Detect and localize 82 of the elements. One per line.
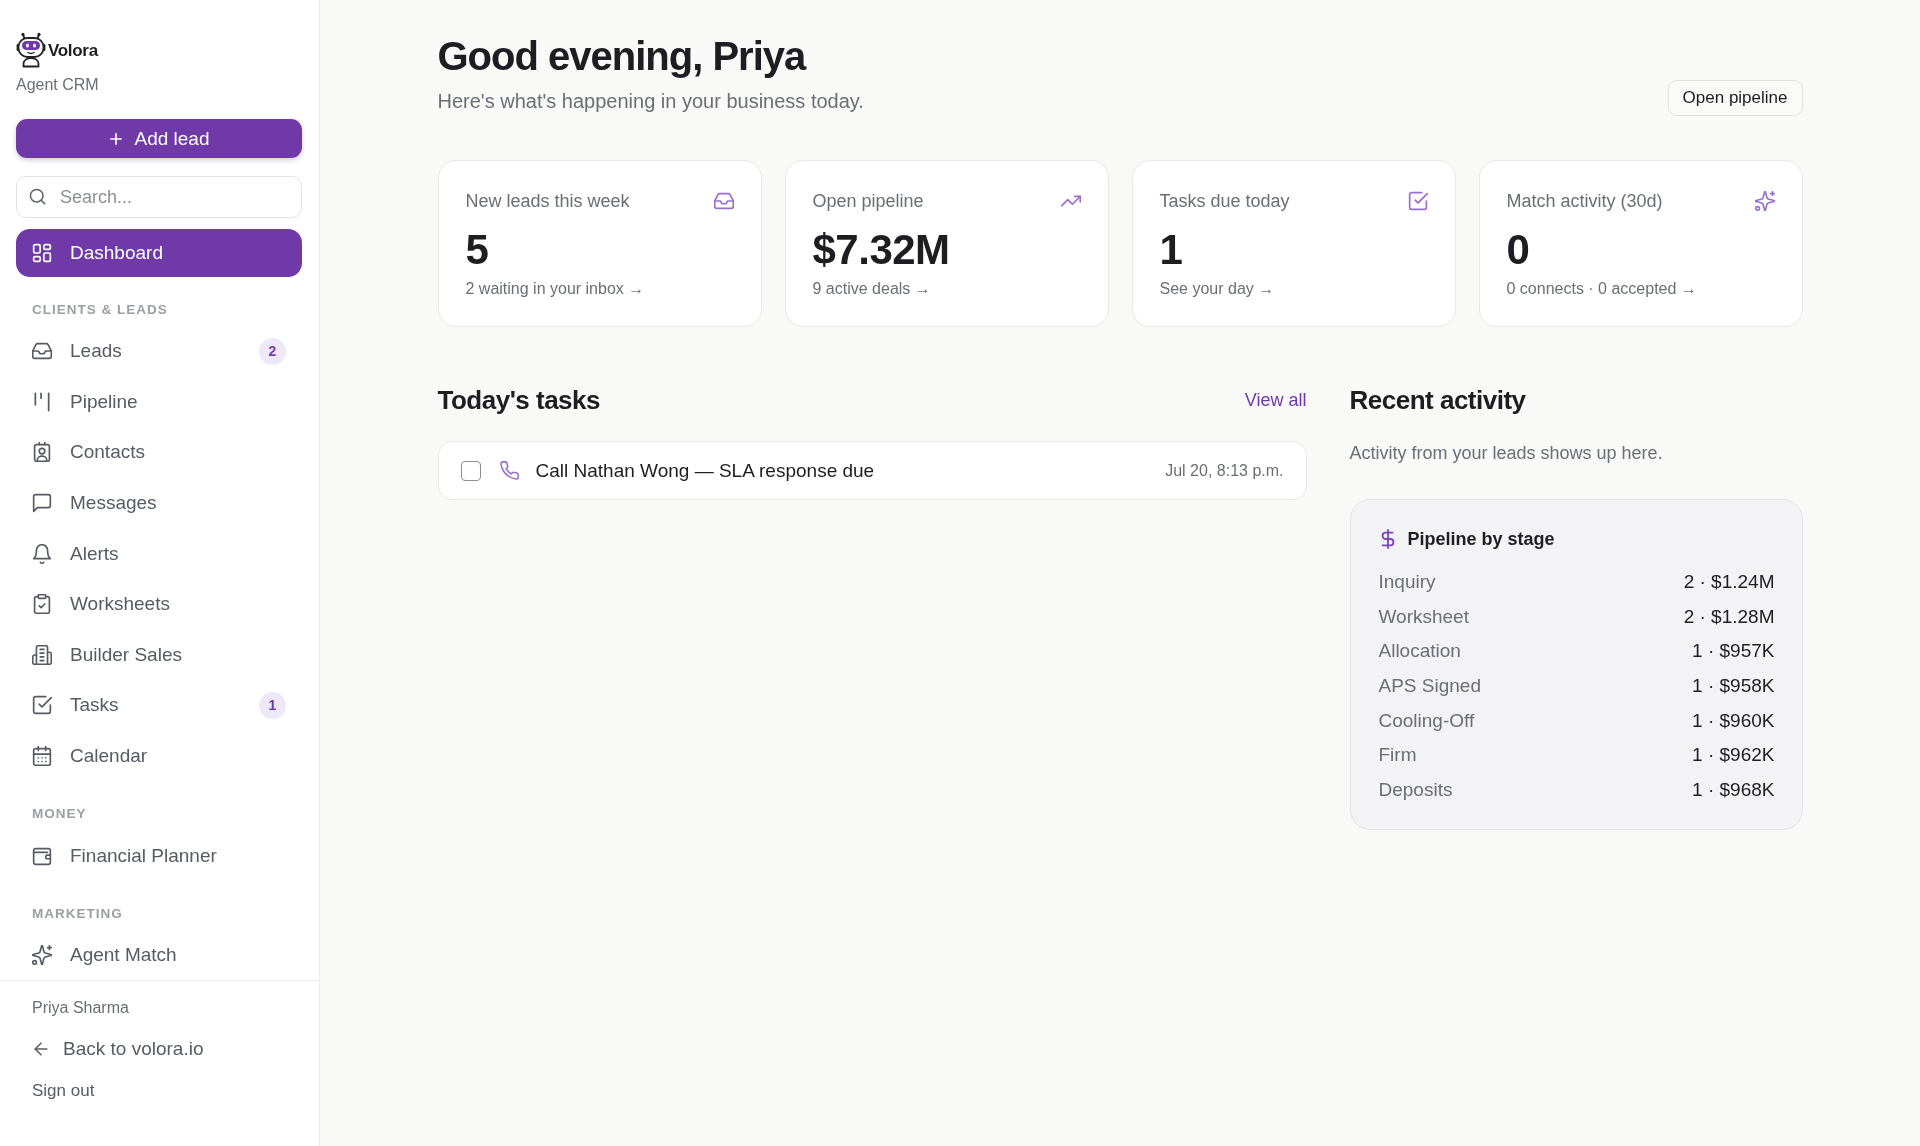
- arrow-left-icon: [32, 1040, 50, 1058]
- robot-icon: [16, 32, 46, 68]
- back-link[interactable]: Back to volora.io: [32, 1032, 204, 1066]
- stage-name: Allocation: [1378, 640, 1461, 663]
- nav-item[interactable]: Tasks 1: [16, 680, 302, 731]
- task-due-time: Jul 20, 8:13 p.m.: [1165, 461, 1284, 480]
- task-checkbox[interactable]: [460, 460, 481, 481]
- stat-link[interactable]: See your day →: [1159, 278, 1275, 300]
- stage-name: APS Signed: [1378, 675, 1481, 698]
- count-badge: 2: [259, 337, 286, 365]
- calendar-icon: [32, 746, 52, 767]
- stage-name: Cooling-Off: [1378, 709, 1475, 732]
- search-icon: [29, 188, 46, 205]
- sign-out-link[interactable]: Sign out: [32, 1077, 95, 1105]
- section-heading: MARKETING: [32, 905, 123, 922]
- nav-item[interactable]: Worksheets: [16, 578, 302, 630]
- user-name: Priya Sharma: [32, 998, 129, 1018]
- grid-icon: [32, 243, 52, 263]
- stage-name: Deposits: [1378, 778, 1453, 801]
- stage-name: Inquiry: [1378, 571, 1436, 594]
- bell-icon: [32, 543, 52, 564]
- count-badge: 1: [259, 691, 286, 719]
- nav-item[interactable]: Pipeline: [16, 376, 302, 428]
- nav-item[interactable]: Alerts: [16, 528, 302, 579]
- stage-summary: 1 · $960K: [1692, 709, 1775, 732]
- brand-subtitle: Agent CRM: [16, 76, 99, 94]
- task-title: Call Nathan Wong — SLA response due: [535, 459, 875, 482]
- chat-bubble-icon: [32, 493, 52, 514]
- stage-summary: 1 · $957K: [1692, 640, 1775, 663]
- stage-summary: 1 · $962K: [1692, 744, 1775, 767]
- section-heading: CLIENTS & LEADS: [32, 302, 168, 318]
- nav-item[interactable]: Calendar: [16, 730, 302, 782]
- stat-value: $7.32M: [812, 226, 950, 274]
- add-lead-button[interactable]: Add lead: [16, 119, 302, 158]
- section-title: Recent activity: [1349, 384, 1526, 416]
- stage-name: Firm: [1378, 744, 1417, 767]
- checked-square-icon: [1407, 191, 1428, 211]
- stage-name: Worksheet: [1378, 605, 1469, 628]
- brand-name: Volora: [48, 41, 98, 61]
- view-all-link[interactable]: View all: [1244, 389, 1307, 411]
- contact-card-icon: [32, 442, 52, 463]
- wallet-icon: [32, 845, 52, 866]
- nav-item[interactable]: Financial Planner: [16, 830, 302, 881]
- sparkles-icon: [1754, 191, 1775, 211]
- stage-summary: 1 · $968K: [1692, 778, 1775, 801]
- clipboard-check-icon: [32, 594, 52, 615]
- stat-link[interactable]: 0 connects · 0 accepted →: [1506, 278, 1697, 300]
- checked-square-icon: [32, 695, 52, 716]
- bars-icon: [32, 391, 52, 412]
- nav-item[interactable]: Leads 2: [16, 326, 302, 377]
- page-subtitle: Here's what's happening in your business today.: [437, 89, 864, 114]
- stat-label: Tasks due today: [1159, 190, 1290, 213]
- nav-item[interactable]: Messages: [16, 477, 302, 529]
- stage-summary: 2 · $1.28M: [1683, 605, 1775, 628]
- open-pipeline-button[interactable]: Open pipeline: [1667, 80, 1803, 116]
- nav-item[interactable]: Builder Sales: [16, 629, 302, 681]
- empty-state-text: Activity from your leads shows up here.: [1349, 442, 1664, 465]
- stat-label: New leads this week: [465, 190, 630, 213]
- stat-value: 1: [1159, 226, 1183, 274]
- search-field[interactable]: Search...: [16, 176, 302, 218]
- stage-summary: 2 · $1.24M: [1683, 571, 1775, 594]
- stat-label: Match activity (30d): [1506, 190, 1663, 213]
- building-icon: [32, 644, 52, 665]
- page-title: Good evening, Priya: [437, 33, 806, 80]
- nav-item[interactable]: Dashboard: [16, 229, 302, 277]
- inbox-icon: [713, 191, 734, 211]
- section-heading: MONEY: [32, 806, 87, 823]
- stat-link[interactable]: 2 waiting in your inbox →: [465, 278, 645, 300]
- stat-label: Open pipeline: [812, 190, 924, 213]
- section-title: Today's tasks: [437, 384, 600, 416]
- stat-value: 0: [1506, 226, 1530, 274]
- stat-link[interactable]: 9 active deals →: [812, 278, 931, 300]
- panel-title: Pipeline by stage: [1407, 528, 1555, 550]
- sparkles-icon: [32, 945, 52, 966]
- stat-value: 5: [465, 226, 489, 274]
- nav-item[interactable]: Agent Match: [16, 929, 302, 980]
- nav-item[interactable]: Contacts: [16, 427, 302, 478]
- dollar-icon: [1380, 529, 1395, 549]
- phone-icon: [499, 461, 519, 480]
- inbox-icon: [32, 341, 52, 362]
- stage-summary: 1 · $958K: [1692, 675, 1775, 698]
- plus-icon: [108, 130, 125, 147]
